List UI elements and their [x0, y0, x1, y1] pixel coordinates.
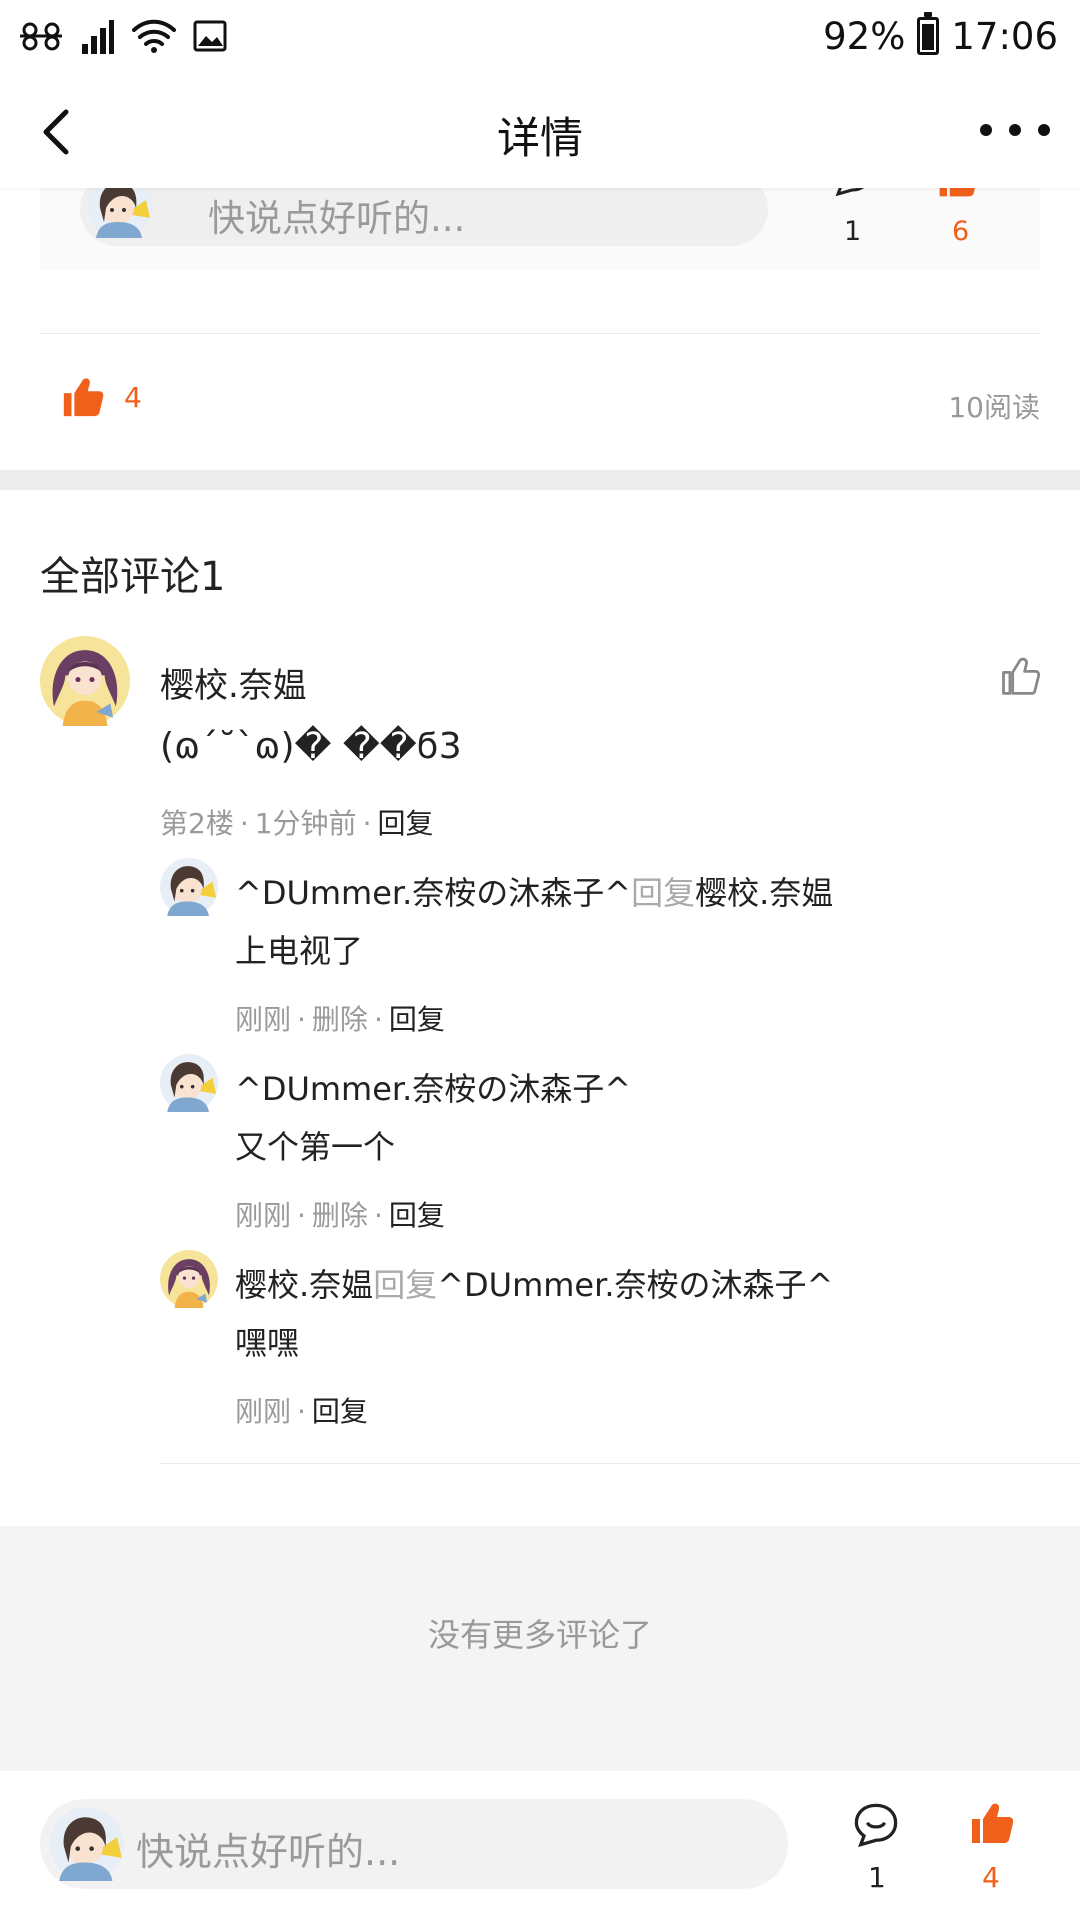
post-like-count-top: 6 — [952, 216, 970, 247]
comments-header: 全部评论1 — [40, 554, 226, 600]
meta-separator: · — [362, 807, 372, 840]
reply-button[interactable]: 回复 — [312, 1395, 368, 1428]
reply-author[interactable]: ^DUmmer.奈桉の沐森子^ — [235, 874, 631, 912]
reply-meta: 刚刚 · 删除 · 回复 — [235, 998, 445, 1038]
divider — [40, 333, 1040, 334]
user-avatar — [50, 1807, 124, 1881]
signal-icon — [82, 20, 114, 54]
reply-word: 回复 — [631, 874, 696, 912]
post-comment-count: 1 — [844, 216, 862, 247]
reply-avatar[interactable] — [160, 858, 218, 916]
comment-floor: 第2楼 — [160, 807, 234, 840]
reply-target[interactable]: ^DUmmer.奈桉の沐森子^ — [437, 1266, 833, 1304]
more-dot — [1038, 124, 1050, 136]
comment-like-icon[interactable] — [998, 654, 1042, 698]
nav-bar: 详情 — [0, 72, 1080, 188]
comment-input-placeholder: 快说点好听的... — [136, 1830, 401, 1874]
thumb-up-icon — [60, 374, 106, 420]
reply-avatar[interactable] — [160, 1054, 218, 1112]
reply-meta: 刚刚 · 回复 — [235, 1390, 368, 1430]
delete-button[interactable]: 删除 — [312, 1199, 368, 1232]
reply-button[interactable]: 回复 — [389, 1199, 445, 1232]
meta-separator: · — [373, 1199, 383, 1232]
more-icon[interactable] — [980, 108, 1050, 152]
post-comment-placeholder: 快说点好听的... — [208, 197, 466, 240]
battery-percent: 92% — [823, 14, 906, 58]
like-count: 4 — [982, 1861, 1000, 1894]
wifi-icon — [132, 19, 176, 53]
reply-meta: 刚刚 · 删除 · 回复 — [235, 1194, 445, 1234]
comment-author[interactable]: 樱校.奈媪 — [160, 658, 307, 707]
more-dot — [1009, 124, 1021, 136]
more-dot — [980, 124, 992, 136]
comment-input[interactable]: 快说点好听的... — [40, 1799, 788, 1889]
reply-header: ^DUmmer.奈桉の沐森子^ — [235, 1064, 631, 1110]
reply-target[interactable]: 樱校.奈媪 — [695, 874, 833, 912]
page-title: 详情 — [497, 114, 583, 164]
reply-button[interactable]: 回复 — [389, 1003, 445, 1036]
reply-header: ^DUmmer.奈桉の沐森子^回复樱校.奈媪 — [235, 868, 833, 914]
meta-separator: · — [239, 807, 249, 840]
reply-header: 樱校.奈媪回复^DUmmer.奈桉の沐森子^ — [235, 1260, 833, 1306]
china-unicom-icon — [20, 22, 62, 51]
reply-avatar[interactable] — [160, 1250, 218, 1308]
read-count: 10阅读 — [948, 391, 1040, 424]
reply-time: 刚刚 — [235, 1003, 292, 1036]
divider — [160, 1463, 1080, 1464]
delete-button[interactable]: 删除 — [312, 1003, 368, 1036]
reply-text: 又个第一个 — [235, 1128, 396, 1166]
bottom-comment-bar: 快说点好听的... 1 4 — [0, 1771, 1080, 1920]
comment-meta: 第2楼 · 1分钟前 · 回复 — [160, 802, 433, 842]
reply-time: 刚刚 — [235, 1395, 292, 1428]
comment-count: 1 — [868, 1861, 886, 1894]
comment-icon[interactable] — [852, 1801, 900, 1849]
status-icons-left — [16, 14, 228, 58]
meta-separator: · — [297, 1395, 306, 1428]
post-like-button[interactable]: 4 — [60, 374, 142, 420]
like-icon[interactable] — [968, 1799, 1016, 1847]
reply-text: 上电视了 — [235, 932, 364, 970]
no-more-comments: 没有更多评论了 — [0, 1526, 1080, 1771]
image-notification-icon — [193, 20, 227, 52]
comment-text: (ɷ´˘`ɷ)� ��ϭ3 — [160, 726, 462, 767]
meta-separator: · — [297, 1003, 306, 1036]
reply-button[interactable]: 回复 — [377, 807, 433, 840]
status-bar: 92% 17:06 — [0, 0, 1080, 72]
comment-avatar[interactable] — [40, 636, 130, 726]
no-more-text: 没有更多评论了 — [427, 1616, 652, 1654]
reply-time: 刚刚 — [235, 1199, 292, 1232]
reply-text: 嘿嘿 — [235, 1324, 300, 1362]
battery-icon — [917, 12, 940, 55]
comment-time: 1分钟前 — [254, 807, 357, 840]
meta-separator: · — [373, 1003, 383, 1036]
reply-word: 回复 — [373, 1266, 438, 1304]
section-separator — [0, 470, 1080, 490]
status-icons-right: 92% 17:06 — [823, 12, 1058, 60]
reply-author[interactable]: ^DUmmer.奈桉の沐森子^ — [235, 1070, 631, 1108]
meta-separator: · — [297, 1199, 306, 1232]
reply-author[interactable]: 樱校.奈媪 — [235, 1266, 373, 1304]
clock: 17:06 — [951, 14, 1058, 58]
post-like-count: 4 — [124, 380, 142, 414]
